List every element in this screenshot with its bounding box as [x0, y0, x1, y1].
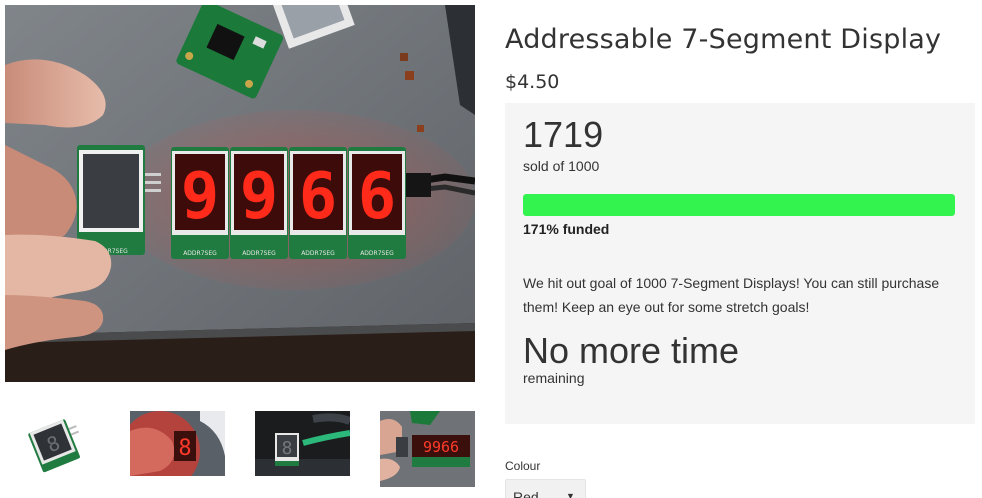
- segment-digit: 6: [358, 160, 397, 234]
- thumbnail-2-digit: 8: [178, 436, 191, 461]
- product-price: $4.50: [505, 71, 560, 93]
- segment-digit: 6: [299, 160, 338, 234]
- board-label: ADDR7SEG: [301, 250, 335, 257]
- colour-select[interactable]: Red ▼: [505, 479, 586, 498]
- board-label: ADDR7SEG: [242, 250, 276, 257]
- funding-panel: 1719 sold of 1000 171% funded We hit out…: [505, 103, 975, 424]
- thumbnail-4[interactable]: 9966: [380, 411, 475, 487]
- funding-progress-bar: [523, 194, 955, 216]
- time-remaining-caption: remaining: [523, 370, 585, 386]
- thumbnail-3[interactable]: 8: [255, 411, 350, 476]
- chevron-down-icon: ▼: [566, 491, 575, 498]
- lit-module: 9 ADDR7SEG: [171, 147, 229, 259]
- colour-label: Colour: [505, 459, 541, 473]
- funding-description: We hit out goal of 1000 7-Segment Displa…: [523, 275, 940, 315]
- lit-module: 9 ADDR7SEG: [230, 147, 288, 259]
- funded-percentage: 171% funded: [523, 221, 610, 237]
- board-label: ADDR7SEG: [360, 250, 394, 257]
- thumbnail-4-digits: 9966: [423, 438, 459, 456]
- board-label: ADDR7SEG: [183, 250, 217, 257]
- thumbnail-3-digit: 8: [282, 438, 293, 459]
- lit-module: 6 ADDR7SEG: [348, 147, 406, 259]
- time-remaining-status: No more time: [523, 330, 740, 371]
- product-title: Addressable 7-Segment Display: [505, 24, 942, 55]
- colour-selected-value: Red: [513, 489, 539, 498]
- sold-count: 1719: [523, 114, 604, 155]
- main-product-image[interactable]: ADDR7SEG 9 ADDR7SEG 9 ADDR7SEG 6 ADDR7SEG 6 ADD…: [5, 5, 475, 382]
- funding-progress-fill: [523, 194, 955, 216]
- thumbnail-1[interactable]: 8: [5, 411, 101, 476]
- thumbnail-2[interactable]: 8: [130, 411, 225, 476]
- lit-module: 6 ADDR7SEG: [289, 147, 347, 259]
- segment-digit: 9: [240, 160, 279, 234]
- sold-caption: sold of 1000: [523, 158, 600, 174]
- segment-digit: 9: [181, 160, 220, 234]
